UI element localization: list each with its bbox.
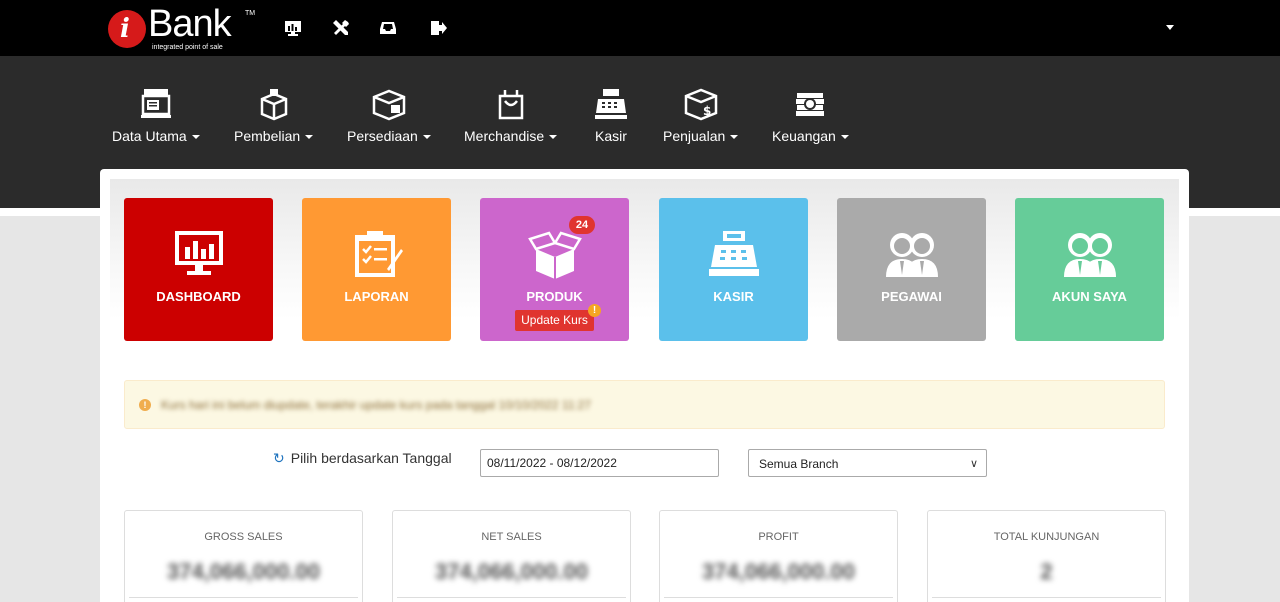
users-icon [837, 228, 986, 280]
chevron-down-icon [305, 135, 314, 140]
stat-label: PROFIT [758, 531, 799, 543]
divider [932, 597, 1161, 598]
monitor-chart-icon[interactable] [283, 18, 303, 38]
stat-value: 374,066,000.00 [702, 559, 855, 584]
nav-label: Keuangan [772, 128, 836, 144]
open-box-icon [480, 228, 629, 280]
package-icon [347, 86, 431, 122]
nav-merchandise[interactable]: Merchandise [464, 86, 558, 144]
nav-label: Merchandise [464, 128, 545, 144]
stat-label: TOTAL KUNJUNGAN [993, 531, 1100, 543]
shopping-bag-icon [464, 86, 557, 122]
money-stack-icon [772, 86, 849, 122]
tile-kasir[interactable]: KASIR [659, 198, 808, 341]
cash-register-icon [593, 86, 629, 122]
svg-text:$: $ [703, 104, 711, 118]
tile-label: AKUN SAYA [1052, 289, 1127, 304]
dollar-box-icon: $ [663, 86, 738, 122]
divider [129, 597, 358, 598]
stat-label: NET SALES [481, 531, 542, 543]
brand-tagline: integrated point of sale [152, 44, 223, 51]
branch-select-value: Semua Branch [759, 457, 839, 471]
nav-label: Pembelian [234, 128, 301, 144]
nav-persediaan[interactable]: Persediaan [347, 86, 431, 144]
user-menu-caret[interactable] [1166, 25, 1174, 30]
tile-laporan[interactable]: LAPORAN [302, 198, 451, 341]
chevron-down-icon [191, 135, 200, 140]
nav-kasir[interactable]: Kasir [593, 86, 629, 144]
stat-profit: PROFIT 374,066,000.00 [659, 510, 898, 602]
warning-icon: ! [588, 304, 601, 317]
nav-keuangan[interactable]: Keuangan [772, 86, 849, 144]
nav-label: Kasir [595, 128, 627, 144]
stat-net-sales: NET SALES 374,066,000.00 [392, 510, 631, 602]
tile-dashboard[interactable]: DASHBOARD [124, 198, 273, 341]
alert-text: Kurs hari ini belum diupdate, terakhir u… [161, 398, 592, 412]
brand-tm: TM [245, 10, 256, 17]
date-range-input[interactable] [480, 449, 719, 477]
top-bar: i Bank TM integrated point of sale [0, 0, 1280, 56]
chevron-down-icon [422, 135, 431, 140]
nav-label: Persediaan [347, 128, 418, 144]
divider [664, 597, 893, 598]
tile-label: LAPORAN [344, 289, 409, 304]
inbox-icon[interactable] [378, 18, 398, 38]
tile-label: DASHBOARD [156, 289, 241, 304]
monitor-chart-icon [124, 228, 273, 280]
chevron-down-icon [549, 135, 558, 140]
store-icon [112, 86, 200, 122]
divider [1189, 208, 1280, 216]
filter-label-text: Pilih berdasarkan Tanggal [290, 450, 452, 466]
chevron-down-icon [730, 135, 739, 140]
tile-label: PEGAWAI [881, 289, 942, 304]
stat-gross-sales: GROSS SALES 374,066,000.00 [124, 510, 363, 602]
refresh-icon[interactable]: ↻ [273, 450, 285, 466]
tile-pegawai[interactable]: PEGAWAI [837, 198, 986, 341]
chevron-down-icon [840, 135, 849, 140]
stat-value: 374,066,000.00 [167, 559, 320, 584]
stat-total-kunjungan: TOTAL KUNJUNGAN 2 [927, 510, 1166, 602]
stat-value: 2 [1040, 559, 1053, 584]
date-filter-label[interactable]: ↻ Pilih berdasarkan Tanggal [273, 450, 452, 467]
tile-label: KASIR [713, 289, 754, 304]
kurs-alert: ! Kurs hari ini belum diupdate, terakhir… [124, 380, 1165, 429]
sign-out-icon[interactable] [428, 18, 448, 38]
tile-produk[interactable]: 24 PRODUK Update Kurs ! [480, 198, 629, 341]
brand-logo[interactable]: i Bank TM integrated point of sale [108, 3, 258, 54]
nav-penjualan[interactable]: $ Penjualan [663, 86, 739, 144]
stat-label: GROSS SALES [204, 531, 283, 543]
clipboard-check-icon [302, 228, 451, 280]
nav-data-utama[interactable]: Data Utama [112, 86, 200, 144]
chevron-down-icon: ∨ [969, 458, 978, 470]
warning-icon: ! [139, 399, 151, 411]
open-box-icon [234, 86, 313, 122]
tile-label: PRODUK [526, 289, 583, 304]
cash-register-icon [659, 228, 808, 280]
stat-value: 374,066,000.00 [435, 559, 588, 584]
branch-select[interactable]: Semua Branch ∨ [748, 449, 987, 477]
update-kurs-button[interactable]: Update Kurs [515, 310, 594, 331]
divider [397, 597, 626, 598]
nav-pembelian[interactable]: Pembelian [234, 86, 314, 144]
logo-mark: i [108, 10, 146, 48]
brand-name: Bank [148, 3, 232, 45]
tile-akun-saya[interactable]: AKUN SAYA [1015, 198, 1164, 341]
users-icon [1015, 228, 1164, 280]
tools-icon[interactable] [331, 18, 351, 38]
nav-label: Penjualan [663, 128, 726, 144]
nav-label: Data Utama [112, 128, 187, 144]
divider [0, 208, 100, 216]
